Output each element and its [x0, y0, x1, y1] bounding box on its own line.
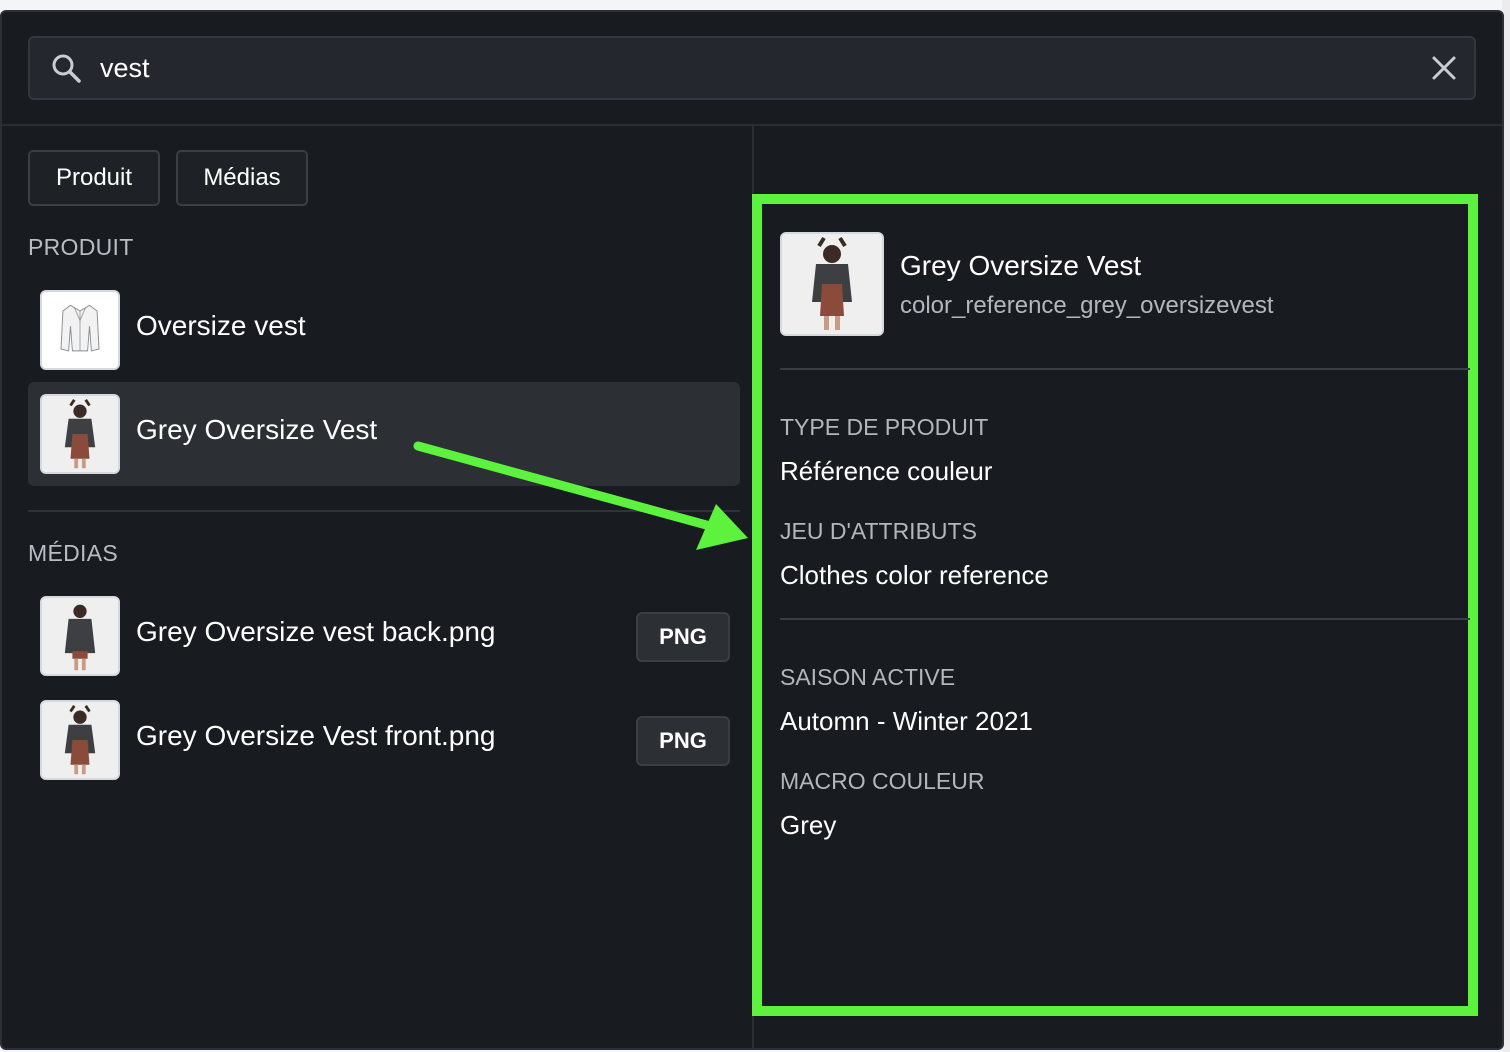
media-thumbnail: [40, 700, 120, 780]
media-result-label: Grey Oversize Vest front.png: [136, 720, 496, 751]
product-result-item[interactable]: Oversize vest: [28, 278, 740, 382]
file-type-badge: PNG: [636, 612, 730, 662]
field-value-season: Automn - Winter 2021: [780, 706, 1033, 736]
filter-medias-button[interactable]: Médias: [176, 150, 308, 206]
media-result-item[interactable]: Grey Oversize vest back.png PNG: [28, 584, 740, 688]
field-label-type: TYPE DE PRODUIT: [780, 414, 989, 440]
field-value-color: Grey: [780, 810, 837, 840]
detail-divider: [780, 368, 1470, 370]
product-detail-panel: Grey Oversize Vest color_reference_grey_…: [752, 194, 1478, 1016]
product-result-label: Oversize vest: [136, 310, 306, 341]
field-value-attributes: Clothes color reference: [780, 560, 1049, 590]
model-front-photo-image: [42, 702, 118, 778]
detail-divider: [780, 618, 1470, 620]
product-result-label: Grey Oversize Vest: [136, 414, 378, 445]
field-label-attributes: JEU D'ATTRIBUTS: [780, 518, 977, 544]
search-icon: [52, 54, 81, 83]
detail-thumbnail: [780, 232, 884, 336]
search-panel: Produit Médias PRODUIT Oversize vest: [0, 10, 1504, 1050]
section-divider: [28, 510, 740, 512]
produit-section-title: PRODUIT: [28, 234, 134, 260]
model-back-photo-image: [42, 598, 118, 674]
media-result-item[interactable]: Grey Oversize Vest front.png PNG: [28, 688, 740, 792]
product-thumbnail: [40, 290, 120, 370]
search-input[interactable]: [100, 46, 1400, 90]
model-photo-image: [782, 234, 882, 334]
jacket-sketch-image: [42, 292, 118, 368]
media-thumbnail: [40, 596, 120, 676]
search-box[interactable]: [28, 36, 1476, 100]
product-result-item-selected[interactable]: Grey Oversize Vest: [28, 382, 740, 486]
search-header: [2, 12, 1502, 126]
file-type-badge: PNG: [636, 716, 730, 766]
field-label-season: SAISON ACTIVE: [780, 664, 956, 690]
medias-section-title: MÉDIAS: [28, 540, 118, 566]
detail-code: color_reference_grey_oversizevest: [900, 292, 1274, 319]
filter-produit-button[interactable]: Produit: [28, 150, 160, 206]
detail-title: Grey Oversize Vest: [900, 250, 1142, 281]
field-label-color: MACRO COULEUR: [780, 768, 985, 794]
model-photo-image: [42, 396, 118, 472]
media-result-label: Grey Oversize vest back.png: [136, 616, 496, 647]
product-thumbnail: [40, 394, 120, 474]
field-value-type: Référence couleur: [780, 456, 993, 486]
close-icon[interactable]: [1430, 54, 1458, 82]
